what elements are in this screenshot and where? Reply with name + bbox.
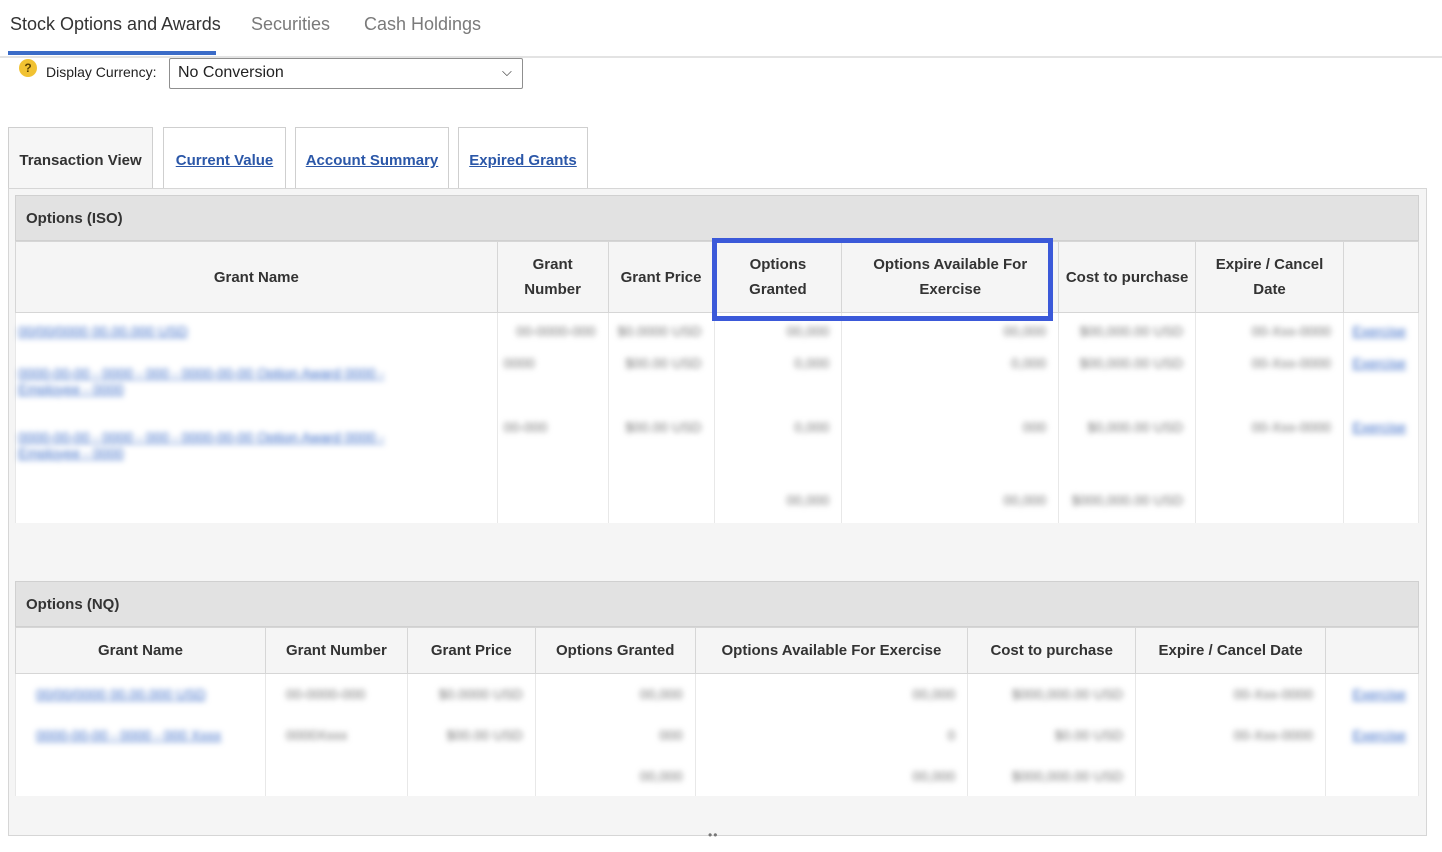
options-iso-title: Options (ISO) (26, 210, 123, 227)
total-options-available: 00,000 (912, 767, 956, 784)
cost-to-purchase: $0.00 USD (1054, 727, 1124, 743)
grant-number: 00-0000-000 (285, 686, 366, 703)
grant-number: 0000 (503, 354, 535, 371)
grant-number: 00-000 (503, 418, 548, 435)
grant-number: 0000Xxxx (285, 727, 348, 743)
grant-number: 00-0000-000 (516, 322, 596, 339)
display-currency-label: Display Currency: (46, 64, 157, 80)
chevron-down-icon[interactable]: ⌵ (502, 64, 512, 80)
table-header-row: Grant Name Grant Number Grant Price Opti… (15, 627, 1419, 674)
tab-cash-holdings[interactable]: Cash Holdings (364, 14, 481, 35)
options-nq-header: Options (NQ) (15, 581, 1419, 627)
column-header-grant-number: Grant Number (264, 627, 408, 674)
table-row: 0000-00-00 - 0000 - 000 - 0000-00-00 Opt… (15, 412, 1420, 477)
column-header-action (1325, 627, 1419, 674)
options-granted: 000 (659, 727, 683, 743)
expire-date: 00-Xxx-0000 (1251, 322, 1331, 339)
column-header-options-available: Options Available For Exercise (694, 627, 969, 674)
column-header-cost-to-purchase: Cost to purchase (1058, 241, 1197, 313)
expire-date: 00-Xxx-0000 (1233, 727, 1313, 743)
options-granted: 00,000 (639, 686, 683, 703)
exercise-link[interactable]: Exercise (1352, 323, 1406, 339)
total-cost-to-purchase: $000,000.00 USD (1011, 767, 1124, 784)
grant-price: $0.0000 USD (617, 322, 702, 339)
tab-transaction-view[interactable]: Transaction View (8, 127, 153, 190)
grant-price: $00.00 USD (625, 418, 702, 435)
highlight-box (712, 238, 1053, 321)
tab-current-value[interactable]: Current Value (163, 127, 286, 189)
total-options-granted: 00,000 (786, 491, 830, 508)
column-header-grant-number: Grant Number (496, 241, 609, 313)
current-value-link[interactable]: Current Value (176, 152, 274, 169)
tab-transaction-view-label: Transaction View (19, 152, 142, 169)
options-nq-title: Options (NQ) (26, 596, 120, 613)
options-available: 0 (947, 727, 956, 743)
exercise-link[interactable]: Exercise (1352, 727, 1406, 743)
column-header-cost-to-purchase: Cost to purchase (967, 627, 1137, 674)
cost-to-purchase: $00,000.00 USD (1079, 354, 1184, 371)
grant-name-link[interactable]: 00/00/0000 00.00.000 USD (36, 686, 206, 702)
options-granted: 0,000 (794, 354, 830, 371)
grant-price: $00.00 USD (625, 354, 702, 371)
account-summary-link[interactable]: Account Summary (306, 152, 439, 169)
question-icon[interactable]: ? (19, 59, 37, 77)
total-cost-to-purchase: $000,000.00 USD (1071, 491, 1184, 508)
total-options-available: 00,000 (1003, 491, 1047, 508)
top-tab-bar: Stock Options and Awards Securities Cash… (0, 0, 1442, 58)
tab-expired-grants[interactable]: Expired Grants (458, 127, 588, 189)
active-tab-underline (8, 51, 216, 55)
cost-to-purchase: $0,000.00 USD (1087, 418, 1184, 435)
options-nq-table: Grant Name Grant Number Grant Price Opti… (15, 627, 1419, 796)
tab-stock-options-and-awards[interactable]: Stock Options and Awards (10, 14, 221, 35)
column-header-options-granted: Options Granted (534, 627, 696, 674)
expire-date: 00-Xxx-0000 (1251, 354, 1331, 371)
totals-row: 00,000 00,000 $000,000.00 USD (15, 476, 1420, 523)
exercise-link[interactable]: Exercise (1352, 686, 1406, 702)
expired-grants-link[interactable]: Expired Grants (469, 152, 577, 169)
options-available: 0,000 (1011, 354, 1047, 371)
grant-name-link[interactable]: 0000-00-00 - 0000 - 000 - 0000-00-00 Opt… (18, 429, 398, 461)
total-options-granted: 00,000 (639, 767, 683, 784)
totals-row: 00,000 00,000 $000,000.00 USD (15, 755, 1419, 796)
grant-price: $0.0000 USD (438, 686, 523, 703)
options-available: 00,000 (1003, 322, 1047, 339)
column-header-expire-cancel-date: Expire / Cancel Date (1195, 241, 1344, 313)
expire-date: 00-Xxx-0000 (1233, 686, 1313, 703)
table-row: 00/00/0000 00.00.000 USD 00-0000-000 $0.… (15, 673, 1419, 715)
cost-to-purchase: $00,000.00 USD (1079, 322, 1184, 339)
column-header-grant-name: Grant Name (15, 627, 266, 674)
exercise-link[interactable]: Exercise (1352, 419, 1406, 435)
tab-account-summary[interactable]: Account Summary (295, 127, 449, 189)
options-granted: 00,000 (786, 322, 830, 339)
table-row: 0000-00-00 - 0000 - 000 Xxxx 0000Xxxx $0… (15, 714, 1419, 756)
column-header-grant-name: Grant Name (15, 241, 498, 313)
display-currency-select[interactable]: No Conversion (169, 58, 523, 89)
options-available: 00,000 (912, 686, 956, 703)
grant-price: $00.00 USD (446, 727, 523, 743)
table-row: 0000-00-00 - 0000 - 000 - 0000-00-00 Opt… (15, 348, 1420, 413)
column-header-grant-price: Grant Price (607, 241, 715, 313)
grant-name-link[interactable]: 00/00/0000 00.00.000 USD (18, 323, 188, 339)
grant-name-link[interactable]: 0000-00-00 - 0000 - 000 - 0000-00-00 Opt… (18, 365, 398, 397)
expire-date: 00-Xxx-0000 (1251, 418, 1331, 435)
column-header-action (1342, 241, 1420, 313)
options-iso-header: Options (ISO) (15, 195, 1419, 241)
column-header-grant-price: Grant Price (406, 627, 536, 674)
column-header-expire-cancel-date: Expire / Cancel Date (1135, 627, 1326, 674)
grant-name-link[interactable]: 0000-00-00 - 0000 - 000 Xxxx (36, 727, 221, 743)
exercise-link[interactable]: Exercise (1352, 355, 1406, 371)
options-granted: 0,000 (794, 418, 830, 435)
cost-to-purchase: $000,000.00 USD (1011, 686, 1124, 703)
tab-securities[interactable]: Securities (251, 14, 330, 35)
options-available: 000 (1022, 418, 1047, 435)
resize-handle[interactable]: •• (708, 828, 718, 842)
